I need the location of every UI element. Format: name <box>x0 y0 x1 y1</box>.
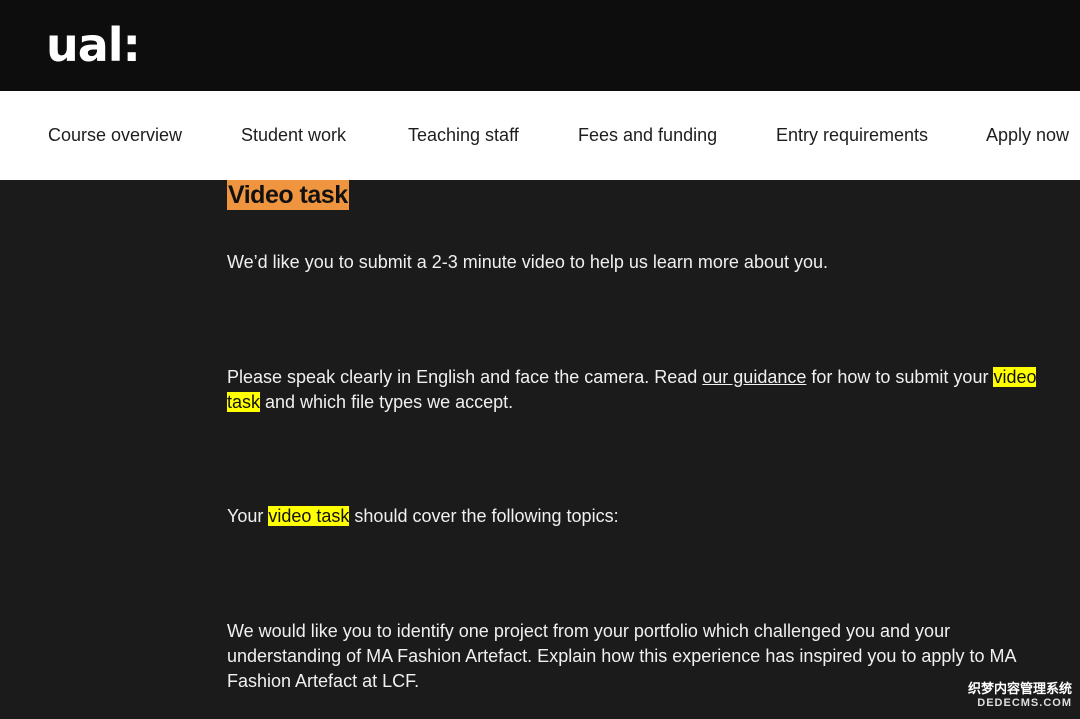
guidance-paragraph: Please speak clearly in English and face… <box>227 365 1042 415</box>
nav-teaching-staff[interactable]: Teaching staff <box>408 124 519 146</box>
section-title: Video task <box>227 180 349 210</box>
ual-logo[interactable]: ual: <box>46 22 141 68</box>
watermark-line-1: 织梦内容管理系统 <box>967 681 1072 696</box>
page: ual: Course overview Student work Teachi… <box>0 0 1080 719</box>
topics-paragraph: Your video task should cover the followi… <box>227 504 1042 529</box>
highlight-video: video <box>993 367 1037 387</box>
topics-text-end: should cover the following topics: <box>349 506 619 526</box>
our-guidance-link[interactable]: our guidance <box>702 367 806 387</box>
nav-student-work[interactable]: Student work <box>241 124 346 146</box>
course-nav-bar: Course overview Student work Teaching st… <box>0 91 1080 180</box>
nav-fees-and-funding[interactable]: Fees and funding <box>578 124 717 146</box>
nav-course-overview[interactable]: Course overview <box>48 124 182 146</box>
highlight-task: task <box>227 392 261 412</box>
highlight-video-task: video task <box>268 506 350 526</box>
topics-text-start: Your <box>227 506 269 526</box>
watermark: 织梦内容管理系统 DEDECMS.COM <box>968 682 1072 710</box>
intro-paragraph: We’d like you to submit a 2-3 minute vid… <box>227 252 828 272</box>
guidance-text-start: Please speak clearly in English and face… <box>227 367 703 387</box>
watermark-line-2: DEDECMS.COM <box>977 697 1072 709</box>
guidance-text-mid: for how to submit your <box>806 367 994 387</box>
guidance-text-end: and which file types we accept. <box>260 392 514 412</box>
project-paragraph: We would like you to identify one projec… <box>227 621 1016 691</box>
nav-apply-now[interactable]: Apply now <box>986 124 1069 146</box>
top-header-bar: ual: <box>0 0 1080 91</box>
nav-entry-requirements[interactable]: Entry requirements <box>776 124 928 146</box>
